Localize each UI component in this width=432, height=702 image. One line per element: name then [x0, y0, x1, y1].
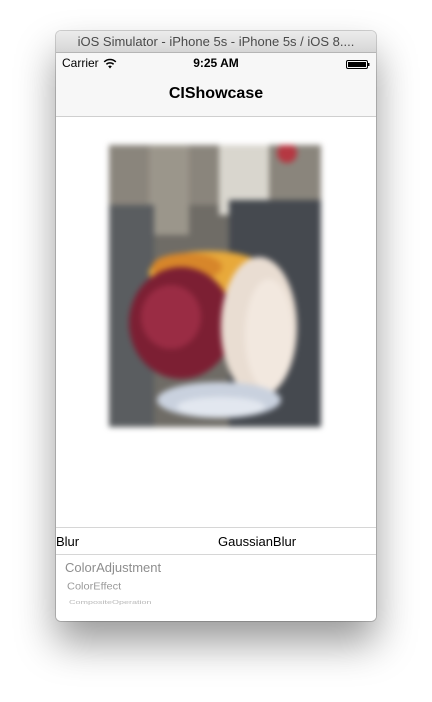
phone-screen: Carrier 9:25 AM CIShowcase Blur Gaussian… [56, 53, 376, 621]
filter-category-picker[interactable]: ColorAdjustment ColorEffect CompositeOpe… [56, 555, 376, 621]
picker-item-composite-operation[interactable]: CompositeOperation [69, 599, 152, 606]
picker-item-color-adjustment[interactable]: ColorAdjustment [65, 560, 161, 575]
filter-category-label: Blur [56, 534, 80, 549]
nav-title: CIShowcase [168, 85, 264, 102]
filter-name-label: GaussianBlur [218, 534, 297, 549]
status-bar: Carrier 9:25 AM [56, 53, 376, 73]
status-time: 9:25 AM [193, 56, 239, 70]
window-title: iOS Simulator - iPhone 5s - iPhone 5s / … [56, 31, 376, 53]
selected-filter-row[interactable]: Blur GaussianBlur [56, 527, 376, 555]
simulator-window: iOS Simulator - iPhone 5s - iPhone 5s / … [56, 31, 376, 621]
filtered-photo-preview [109, 145, 321, 427]
blurred-photo-image [109, 145, 321, 427]
battery-icon [346, 58, 370, 69]
navigation-bar: CIShowcase [56, 73, 376, 117]
picker-item-color-effect[interactable]: ColorEffect [67, 582, 121, 593]
